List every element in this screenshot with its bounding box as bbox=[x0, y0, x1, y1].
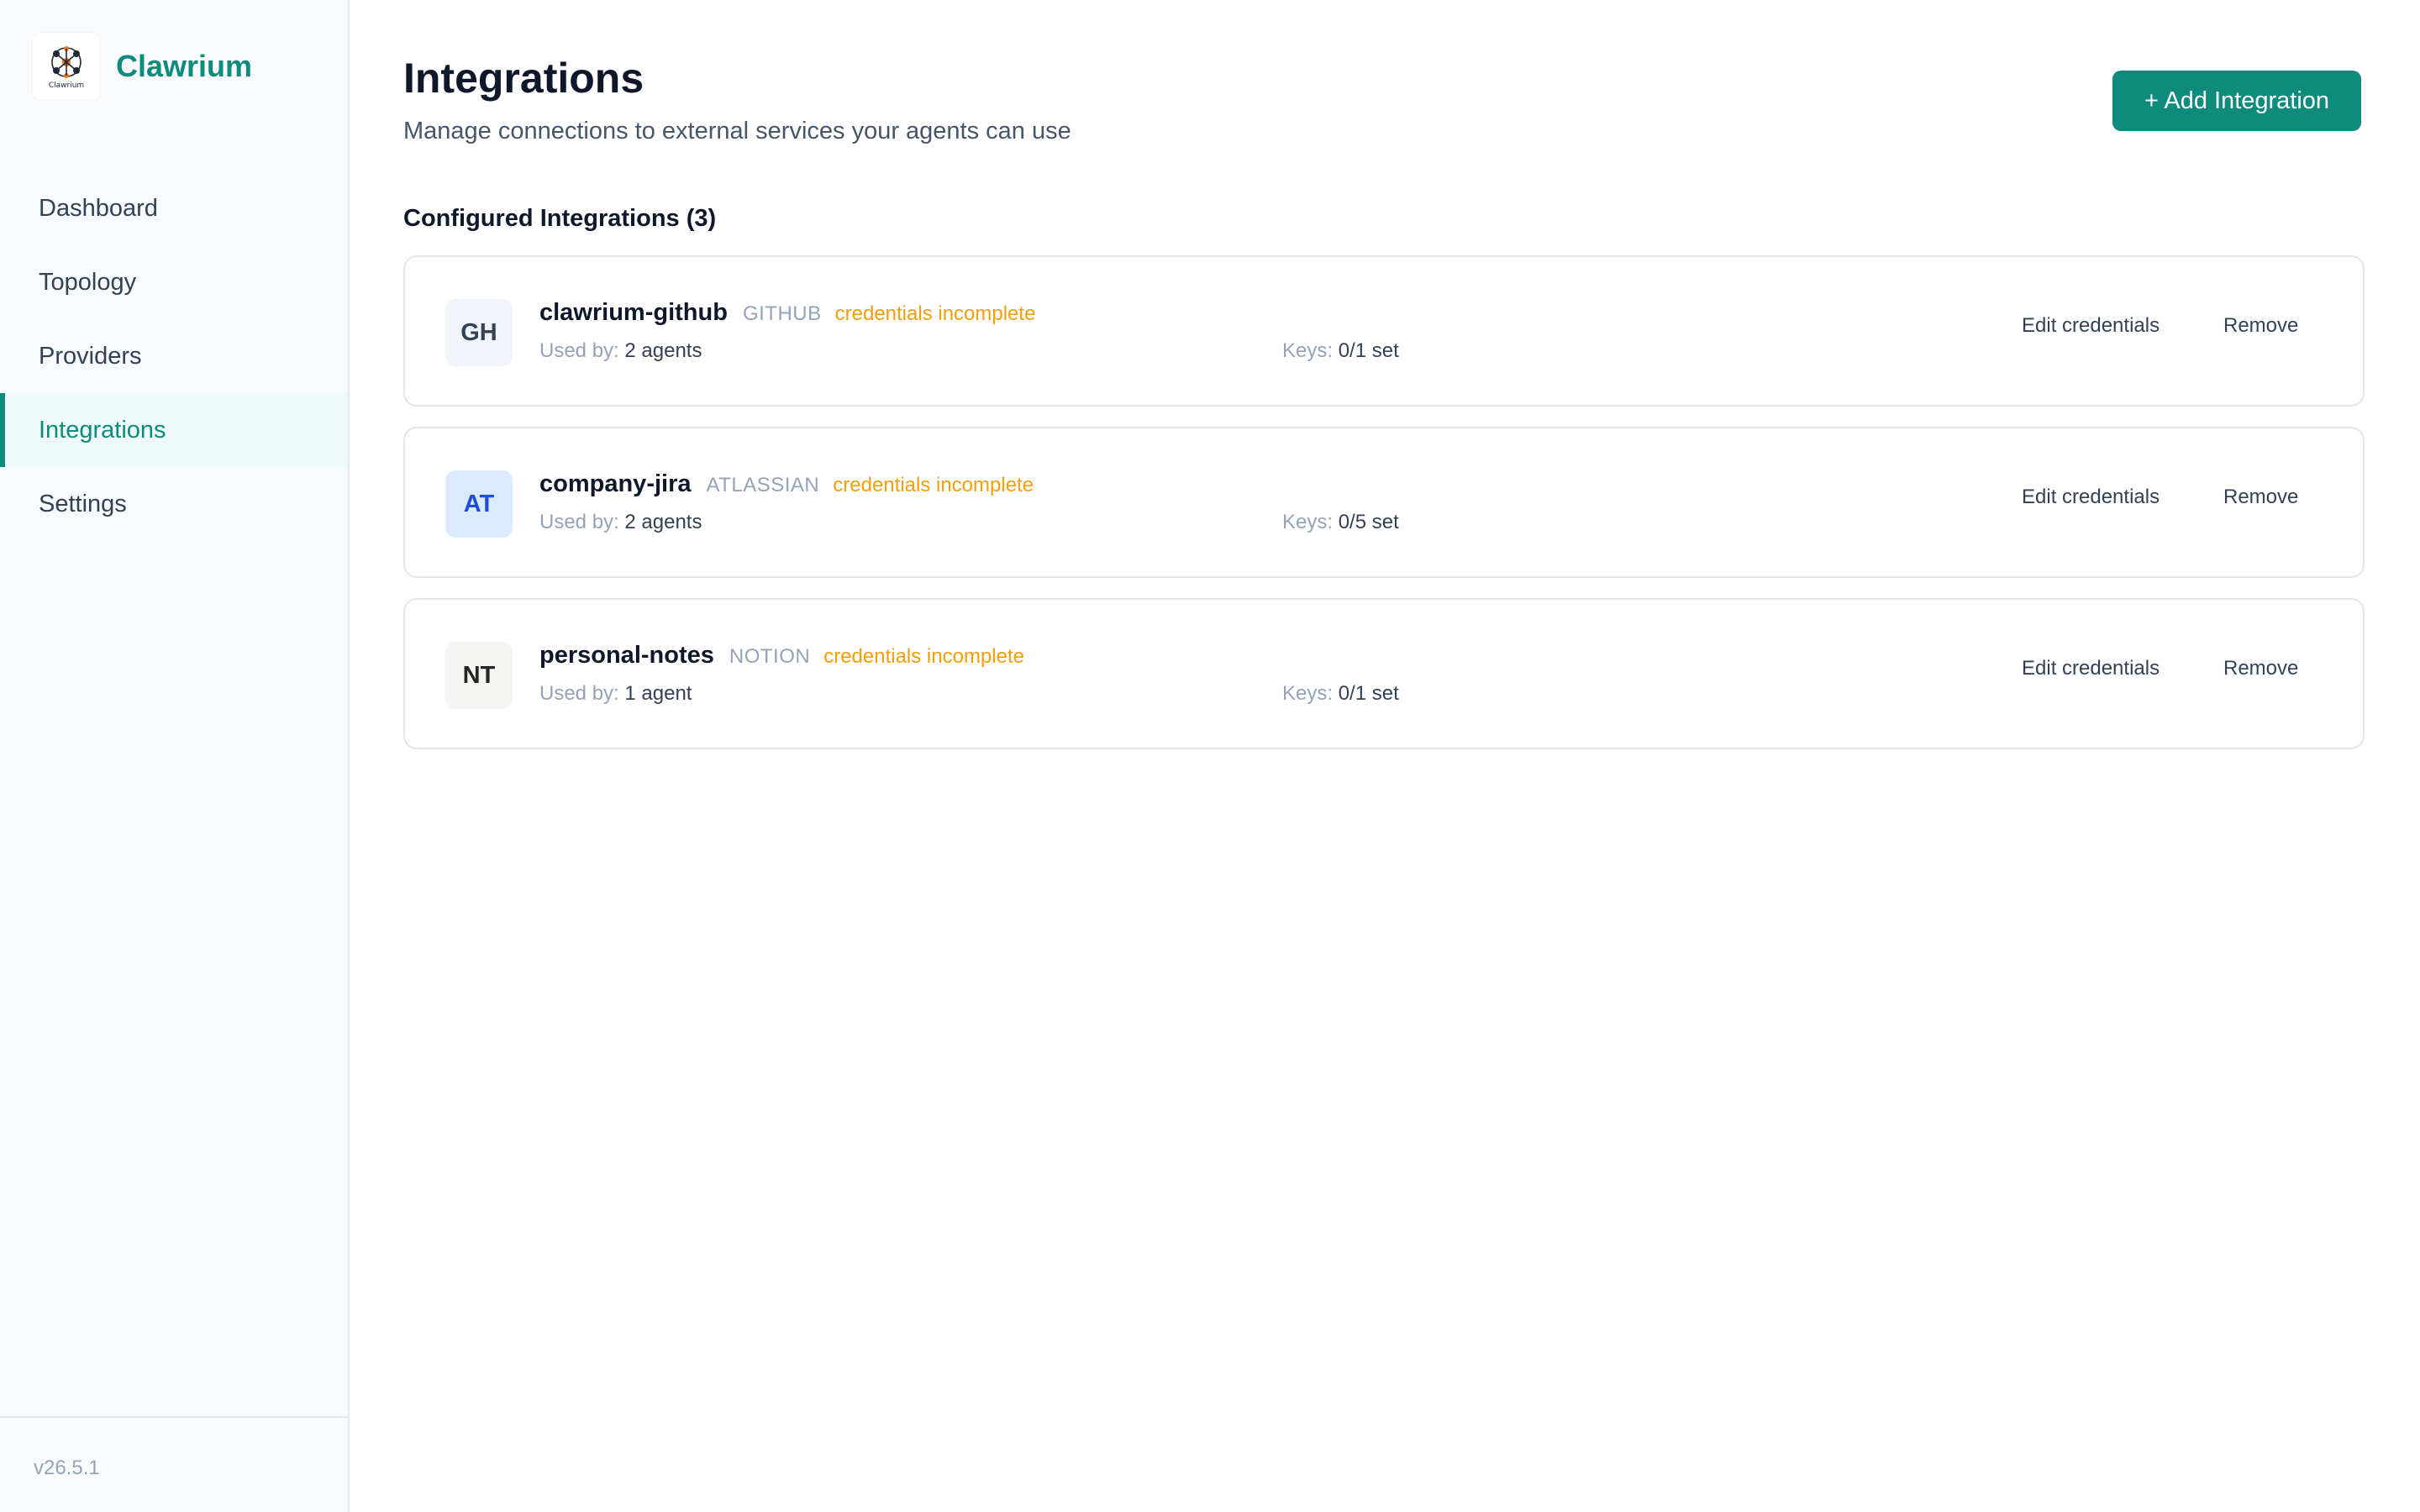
edit-credentials-button[interactable]: Edit credentials bbox=[2022, 306, 2160, 346]
used-by: Used by: 2 agents bbox=[539, 339, 702, 363]
used-by-value: 2 agents bbox=[624, 511, 702, 533]
used-by-label: Used by: bbox=[539, 511, 619, 533]
sidebar-item-providers[interactable]: Providers bbox=[0, 319, 348, 393]
integration-type: GITHUB bbox=[742, 302, 822, 325]
integration-name-row: company-jira ATLASSIAN credentials incom… bbox=[539, 470, 1034, 498]
keys-value: 0/1 set bbox=[1338, 339, 1399, 362]
integration-avatar: GH bbox=[445, 299, 513, 366]
sidebar-item-dashboard[interactable]: Dashboard bbox=[0, 171, 348, 245]
keys-status: Keys: 0/1 set bbox=[1282, 339, 1399, 363]
keys-status: Keys: 0/1 set bbox=[1282, 682, 1399, 706]
integration-card: NT personal-notes NOTION credentials inc… bbox=[403, 598, 2365, 749]
keys-label: Keys: bbox=[1282, 339, 1334, 362]
sidebar-item-integrations[interactable]: Integrations bbox=[0, 393, 348, 467]
integration-name-row: personal-notes NOTION credentials incomp… bbox=[539, 642, 1024, 669]
sidebar-item-settings[interactable]: Settings bbox=[0, 467, 348, 541]
sidebar-nav: Dashboard Topology Providers Integration… bbox=[0, 171, 348, 541]
logo-caption: Clawrium bbox=[48, 81, 85, 90]
used-by-label: Used by: bbox=[539, 339, 619, 362]
integration-avatar: NT bbox=[445, 642, 513, 709]
edit-credentials-button[interactable]: Edit credentials bbox=[2022, 477, 2160, 517]
integration-name: personal-notes bbox=[539, 642, 714, 669]
integration-avatar: AT bbox=[445, 470, 513, 538]
status-badge: credentials incomplete bbox=[833, 474, 1034, 496]
integration-card: GH clawrium-github GITHUB credentials in… bbox=[403, 255, 2365, 407]
molecule-network-icon bbox=[51, 45, 82, 78]
keys-value: 0/5 set bbox=[1338, 511, 1399, 533]
integration-type: ATLASSIAN bbox=[706, 474, 820, 496]
remove-button[interactable]: Remove bbox=[2223, 648, 2298, 689]
keys-label: Keys: bbox=[1282, 682, 1334, 705]
add-integration-button[interactable]: + Add Integration bbox=[2112, 71, 2361, 131]
status-badge: credentials incomplete bbox=[834, 302, 1036, 325]
integration-name: company-jira bbox=[539, 470, 692, 497]
used-by-value: 2 agents bbox=[624, 339, 702, 362]
integration-list: GH clawrium-github GITHUB credentials in… bbox=[403, 255, 2365, 769]
section-title: Configured Integrations (3) bbox=[403, 205, 717, 232]
integration-name-row: clawrium-github GITHUB credentials incom… bbox=[539, 299, 1035, 327]
integration-name: clawrium-github bbox=[539, 299, 728, 326]
sidebar: Clawrium Clawrium Dashboard Topology Pro… bbox=[0, 0, 350, 1512]
page-title: Integrations bbox=[403, 55, 644, 102]
main-content: Integrations Manage connections to exter… bbox=[350, 0, 2420, 1512]
brand-name: Clawrium bbox=[116, 49, 253, 83]
clawrium-logo: Clawrium bbox=[32, 32, 101, 101]
keys-label: Keys: bbox=[1282, 511, 1334, 533]
integration-type: NOTION bbox=[729, 645, 811, 668]
keys-value: 0/1 set bbox=[1338, 682, 1399, 705]
page-subtitle: Manage connections to external services … bbox=[403, 118, 1071, 144]
brand[interactable]: Clawrium Clawrium bbox=[32, 32, 252, 101]
used-by-value: 1 agent bbox=[624, 682, 692, 705]
version-label: v26.5.1 bbox=[34, 1457, 100, 1479]
remove-button[interactable]: Remove bbox=[2223, 306, 2298, 346]
used-by: Used by: 1 agent bbox=[539, 682, 692, 706]
integration-card: AT company-jira ATLASSIAN credentials in… bbox=[403, 427, 2365, 578]
used-by-label: Used by: bbox=[539, 682, 619, 705]
used-by: Used by: 2 agents bbox=[539, 511, 702, 534]
sidebar-footer: v26.5.1 bbox=[0, 1416, 348, 1512]
sidebar-item-topology[interactable]: Topology bbox=[0, 245, 348, 319]
remove-button[interactable]: Remove bbox=[2223, 477, 2298, 517]
status-badge: credentials incomplete bbox=[823, 645, 1024, 668]
edit-credentials-button[interactable]: Edit credentials bbox=[2022, 648, 2160, 689]
keys-status: Keys: 0/5 set bbox=[1282, 511, 1399, 534]
